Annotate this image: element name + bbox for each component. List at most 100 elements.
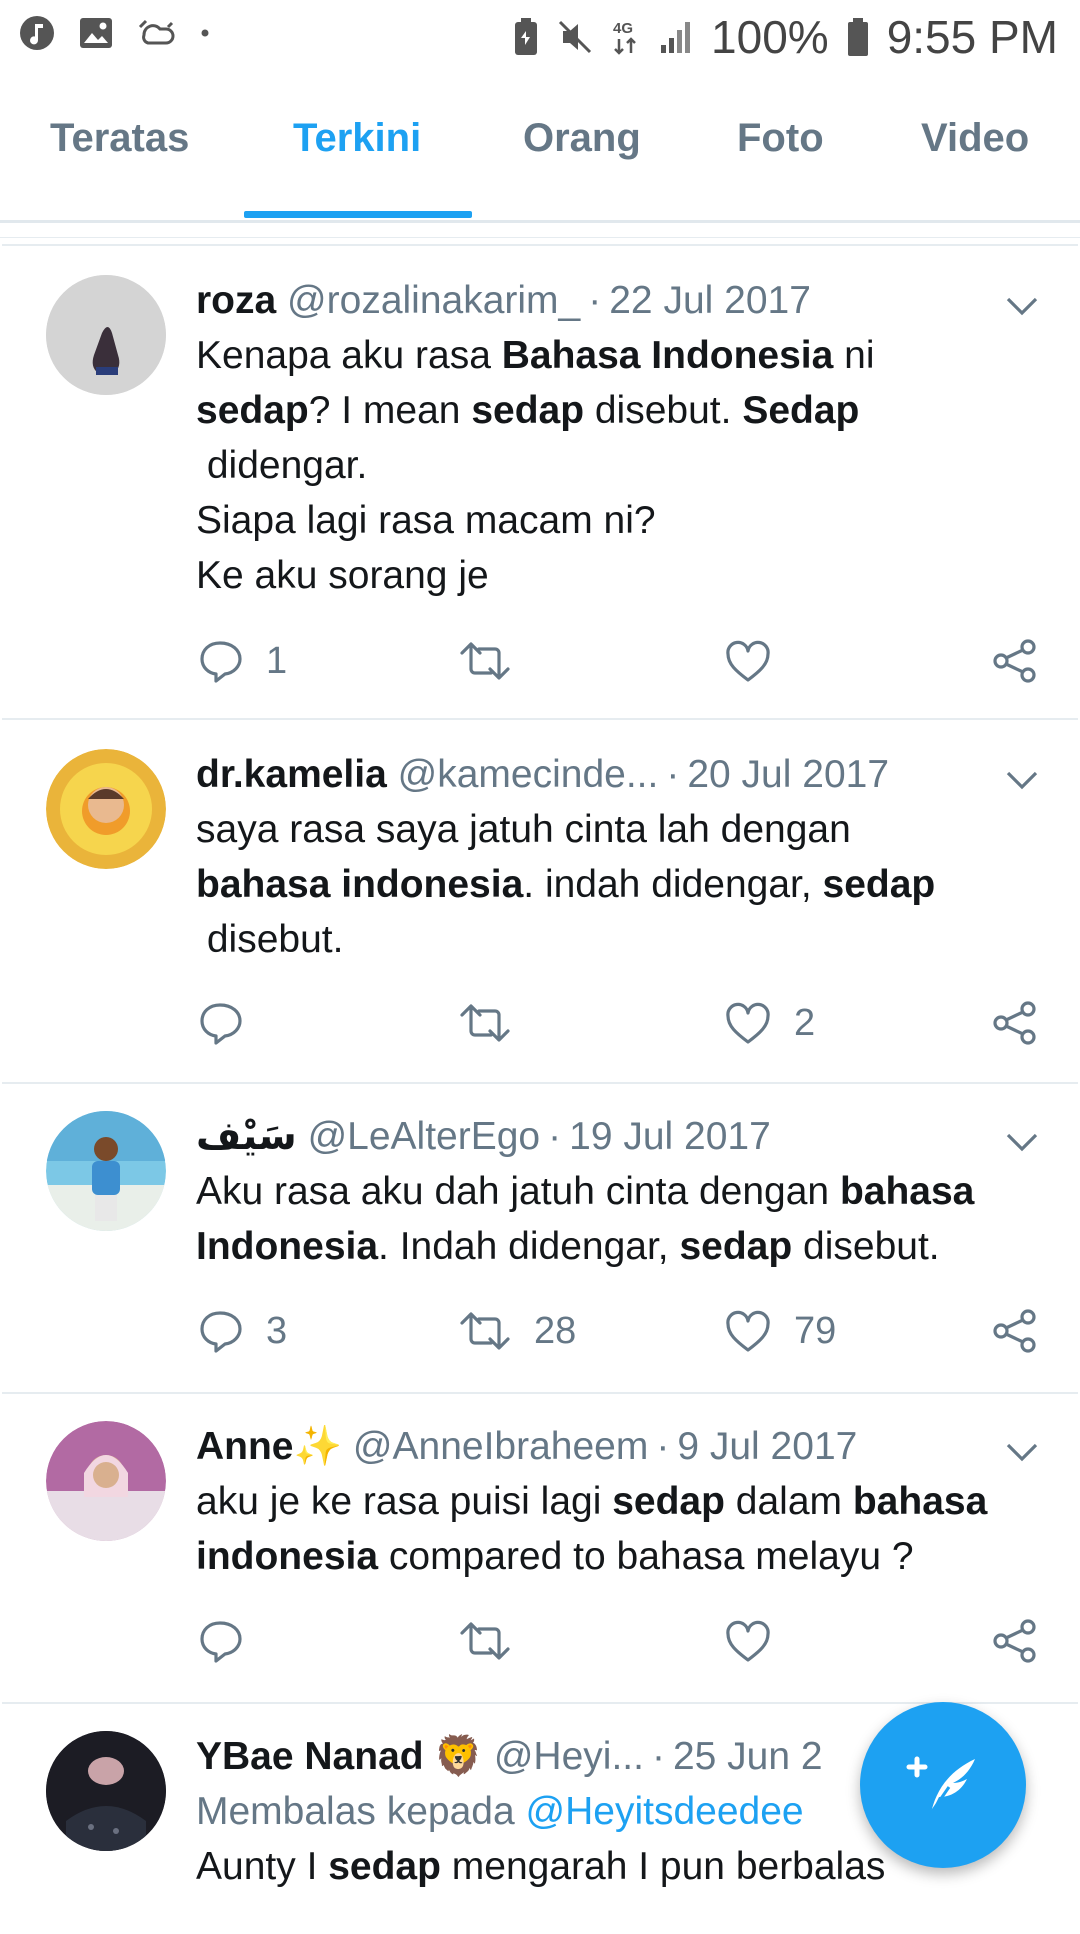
retweet-button[interactable]: 28	[458, 1308, 576, 1354]
highlighted-keyword: Indonesia	[196, 1225, 379, 1268]
like-icon	[726, 1620, 770, 1662]
reply-button[interactable]	[198, 1618, 266, 1664]
tweet-feed[interactable]: roza @rozalinakarim_ · 22 Jul 2017 Kenapa …	[2, 244, 1078, 1934]
replying-to-handle[interactable]: @Heyitsdeedee	[526, 1790, 804, 1833]
tweet-author-name[interactable]: سَيْف	[196, 1115, 297, 1158]
tweet-actions: 2	[196, 1000, 1038, 1060]
retweet-button[interactable]	[458, 638, 534, 684]
tweet-date: 22 Jul 2017	[609, 279, 811, 322]
like-button[interactable]	[724, 638, 794, 684]
share-button[interactable]	[992, 1618, 1038, 1664]
retweet-icon	[460, 1004, 510, 1042]
tweet-text-line: aku je ke rasa puisi lagi sedap dalam ba…	[196, 1474, 1048, 1529]
chevron-down-icon[interactable]	[1002, 760, 1042, 800]
tweet-text-line: Kenapa aku rasa Bahasa Indonesia ni	[196, 328, 1048, 383]
reply-icon	[200, 1003, 242, 1045]
sync-notification-icon	[138, 19, 175, 45]
tweet-text: Aku rasa aku dah jatuh cinta dengan baha…	[196, 1164, 1048, 1274]
status-bar: 4G 100% 9:55 PM	[0, 0, 1080, 72]
tweet-author-name[interactable]: dr.kamelia	[196, 753, 387, 796]
tweet-author-handle[interactable]: @LeAlterEgo	[308, 1115, 541, 1158]
like-icon	[726, 1002, 770, 1044]
reply-button[interactable]: 3	[198, 1308, 287, 1354]
tabs-divider	[0, 223, 1080, 238]
like-count: 79	[794, 1309, 837, 1352]
tweet-author-name[interactable]: Anne✨	[196, 1425, 342, 1468]
highlighted-keyword: sedap	[328, 1845, 441, 1888]
tab-video[interactable]: Video	[921, 116, 1029, 161]
tweet-author-handle[interactable]: @kamecinde...	[398, 753, 659, 796]
highlighted-keyword: indonesia	[196, 1535, 379, 1578]
tweet-text-segment: . indah didengar,	[523, 863, 823, 906]
signal-icon	[661, 22, 691, 53]
network-4g-icon: 4G	[613, 20, 636, 55]
music-notification-icon	[20, 16, 54, 50]
tweet[interactable]: Anne✨ @AnneIbraheem · 9 Jul 2017 aku je ke…	[2, 1392, 1078, 1702]
tweet-actions	[196, 1618, 1038, 1678]
retweet-button[interactable]	[458, 1618, 534, 1664]
reply-icon	[200, 1621, 242, 1663]
tweet-text-segment: compared to bahasa melayu ?	[378, 1535, 914, 1578]
share-button[interactable]	[992, 1000, 1038, 1046]
battery-icon	[847, 18, 868, 56]
tweet-date: 20 Jul 2017	[687, 753, 890, 796]
tweet-text-segment: disebut.	[792, 1225, 940, 1268]
share-button[interactable]	[992, 638, 1038, 684]
tweet-text-line: disebut.	[196, 912, 1048, 967]
tweet-text-line: Siapa lagi rasa macam ni?	[196, 493, 1048, 548]
retweet-button[interactable]	[458, 1000, 534, 1046]
compose-tweet-button[interactable]	[860, 1702, 1026, 1868]
highlighted-keyword: sedap	[196, 389, 309, 432]
replying-to-label: Membalas kepada	[196, 1790, 526, 1833]
tab-terkini[interactable]: Terkini	[293, 116, 421, 161]
search-tabs: Teratas Terkini Orang Foto Video	[0, 72, 1080, 223]
reply-button[interactable]: 1	[198, 638, 287, 684]
highlighted-keyword: Sedap	[742, 389, 860, 432]
tweet-author-name[interactable]: YBae Nanad 🦁	[196, 1735, 483, 1778]
tweet-author-handle[interactable]: @Heyi...	[494, 1735, 644, 1778]
tweet-date: 9 Jul 2017	[677, 1425, 858, 1468]
reply-count: 3	[266, 1309, 288, 1352]
tweet[interactable]: dr.kamelia @kamecinde... · 20 Jul 2017 say…	[2, 718, 1078, 1082]
tweet-text-segment: mengarah I pun berbalas	[440, 1845, 886, 1888]
tweet-text-segment: Siapa lagi rasa macam ni?	[196, 499, 656, 542]
like-icon	[726, 1310, 770, 1352]
tweet-text-segment: . Indah didengar,	[378, 1225, 680, 1268]
like-button[interactable]: 2	[724, 1000, 815, 1046]
tweet-text-line: indonesia compared to bahasa melayu ?	[196, 1529, 1048, 1584]
tweet-text-segment: Kenapa aku rasa	[196, 334, 502, 377]
avatar[interactable]	[46, 749, 166, 869]
reply-button[interactable]	[198, 1000, 266, 1046]
like-button[interactable]: 79	[724, 1308, 836, 1354]
tweet-text-segment: saya rasa saya jatuh cinta lah dengan	[196, 808, 851, 851]
tweet-author-handle[interactable]: @rozalinakarim_	[287, 279, 580, 322]
chevron-down-icon[interactable]	[1002, 1432, 1042, 1472]
more-notifications-dot-icon	[201, 29, 209, 37]
tweet[interactable]: سَيْف @LeAlterEgo · 19 Jul 2017 Aku rasa a…	[2, 1082, 1078, 1392]
tweet-date: 25 Jun 2	[672, 1735, 823, 1778]
avatar[interactable]	[46, 275, 166, 395]
like-button[interactable]	[724, 1618, 794, 1664]
tweet-text-segment: aku je ke rasa puisi lagi	[196, 1480, 613, 1523]
tweet-text-segment: didengar.	[196, 444, 368, 487]
tweet-text: Kenapa aku rasa Bahasa Indonesia ni sedap…	[196, 328, 1048, 603]
chevron-down-icon[interactable]	[1002, 286, 1042, 326]
tab-foto[interactable]: Foto	[737, 116, 824, 161]
tab-orang[interactable]: Orang	[523, 116, 641, 161]
tweet-author-handle[interactable]: @AnneIbraheem	[353, 1425, 648, 1468]
avatar[interactable]	[46, 1731, 166, 1851]
tweet-text-segment: disebut.	[196, 918, 344, 961]
tweet-text-segment: Aku rasa aku dah jatuh cinta dengan	[196, 1170, 840, 1213]
share-icon	[993, 1001, 1036, 1045]
tab-teratas[interactable]: Teratas	[50, 116, 189, 161]
share-button[interactable]	[992, 1308, 1038, 1354]
battery-percent: 100%	[711, 11, 829, 63]
avatar[interactable]	[46, 1111, 166, 1231]
tweet[interactable]: roza @rozalinakarim_ · 22 Jul 2017 Kenapa …	[2, 244, 1078, 718]
highlighted-keyword: sedap	[471, 389, 585, 432]
tweet-author-name[interactable]: roza	[196, 279, 276, 322]
tweet-text-line: Aku rasa aku dah jatuh cinta dengan baha…	[196, 1164, 1048, 1219]
share-icon	[993, 1309, 1036, 1353]
avatar[interactable]	[46, 1421, 166, 1541]
chevron-down-icon[interactable]	[1002, 1122, 1042, 1162]
